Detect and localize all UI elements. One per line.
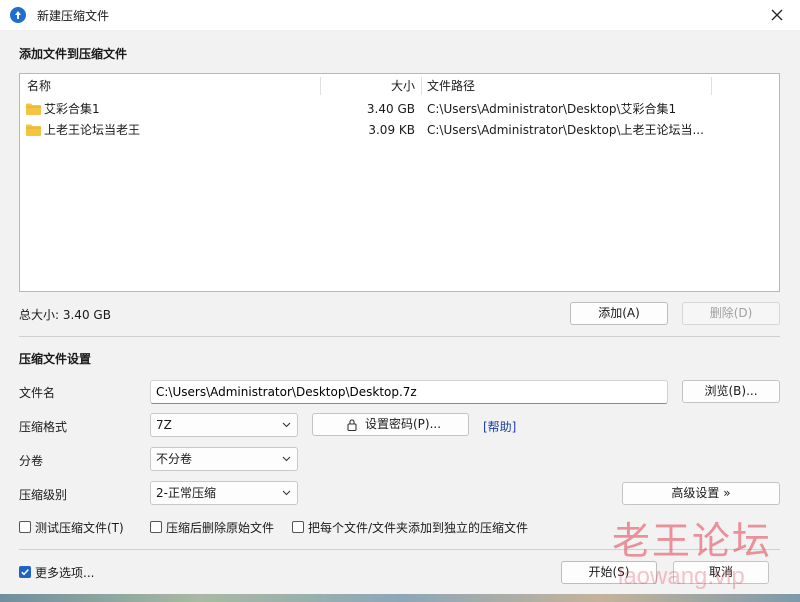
window-title: 新建压缩文件 (37, 9, 110, 23)
desktop-background (0, 594, 800, 602)
delete-original-label[interactable]: 压缩后删除原始文件 (166, 519, 274, 536)
app-logo-icon (10, 7, 26, 23)
separate-archives-checkbox[interactable] (292, 521, 304, 533)
file-path: C:\Users\Administrator\Desktop\上老王论坛当... (427, 123, 704, 137)
column-divider[interactable] (421, 77, 422, 95)
file-size: 3.09 KB (368, 123, 415, 137)
browse-button[interactable]: 浏览(B)... (682, 380, 780, 403)
format-select[interactable]: 7Z (150, 413, 298, 437)
file-path: C:\Users\Administrator\Desktop\艾彩合集1 (427, 102, 677, 116)
test-archive-label[interactable]: 测试压缩文件(T) (35, 519, 124, 536)
divider (19, 336, 780, 337)
file-row[interactable]: 上老王论坛当老王 3.09 KB C:\Users\Administrator\… (20, 120, 779, 141)
level-select[interactable]: 2-正常压缩 (150, 481, 298, 505)
file-name: 上老王论坛当老王 (44, 123, 141, 137)
advanced-settings-button[interactable]: 高级设置 » (622, 482, 780, 505)
chevron-down-icon (282, 456, 291, 462)
filename-label: 文件名 (19, 386, 56, 400)
file-row[interactable]: 艾彩合集1 3.40 GB C:\Users\Administrator\Des… (20, 99, 779, 120)
add-button[interactable]: 添加(A) (570, 302, 668, 325)
total-size-label: 总大小: 3.40 GB (19, 308, 111, 322)
format-label: 压缩格式 (19, 420, 68, 434)
split-select[interactable]: 不分卷 (150, 447, 298, 471)
split-value: 不分卷 (156, 452, 193, 466)
level-value: 2-正常压缩 (156, 486, 216, 500)
test-archive-checkbox[interactable] (19, 521, 31, 533)
folder-icon (26, 103, 41, 115)
close-button[interactable] (764, 2, 790, 28)
file-size: 3.40 GB (366, 102, 415, 116)
watermark-url: laowang.vip (618, 563, 745, 590)
close-icon (771, 9, 783, 21)
separate-archives-label[interactable]: 把每个文件/文件夹添加到独立的压缩文件 (308, 519, 528, 536)
set-password-button[interactable]: 设置密码(P)... (312, 413, 469, 436)
lock-icon (347, 419, 357, 431)
title-bar: 新建压缩文件 (0, 0, 800, 30)
chevron-down-icon (282, 422, 291, 428)
file-list[interactable]: 名称 大小 文件路径 艾彩合集1 3.40 GB C:\Users\Admini… (19, 73, 780, 292)
delete-original-checkbox[interactable] (150, 521, 162, 533)
filename-input[interactable] (150, 380, 668, 404)
column-header-size[interactable]: 大小 (321, 74, 415, 98)
delete-button[interactable]: 删除(D) (682, 302, 780, 325)
chevron-down-icon (282, 490, 291, 496)
split-label: 分卷 (19, 454, 44, 468)
format-value: 7Z (156, 418, 172, 432)
help-link[interactable]: [帮助] (483, 418, 516, 435)
add-files-section-title: 添加文件到压缩文件 (19, 47, 128, 61)
more-options-checkbox[interactable] (19, 566, 31, 578)
file-name: 艾彩合集1 (44, 102, 100, 116)
level-label: 压缩级别 (19, 488, 68, 502)
watermark-text: 老王论坛 (612, 519, 773, 563)
settings-section-title: 压缩文件设置 (19, 352, 92, 366)
set-password-label: 设置密码(P)... (365, 417, 442, 431)
folder-icon (26, 124, 41, 136)
more-options-label[interactable]: 更多选项... (35, 564, 94, 581)
column-header-path[interactable]: 文件路径 (427, 74, 707, 98)
column-header-name[interactable]: 名称 (27, 74, 327, 98)
checkmark-icon (21, 569, 29, 576)
column-divider[interactable] (711, 77, 712, 95)
